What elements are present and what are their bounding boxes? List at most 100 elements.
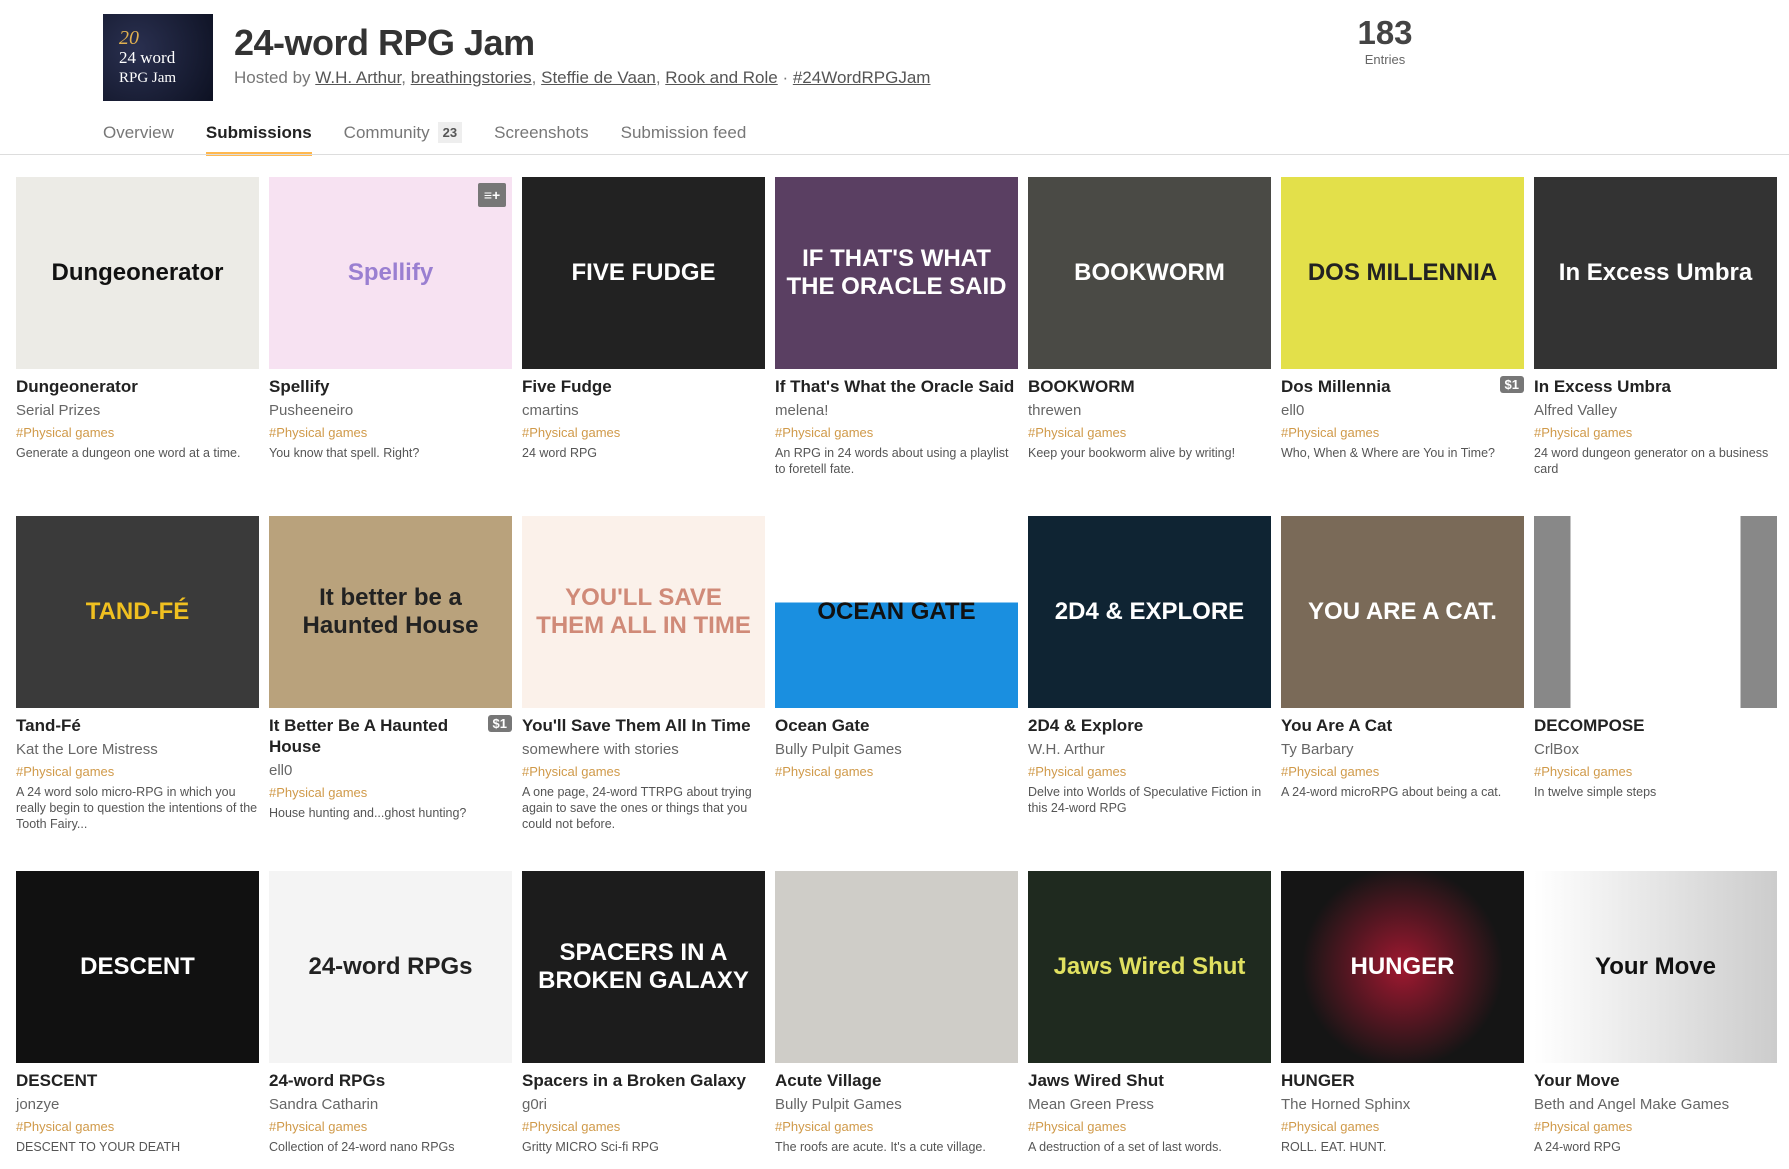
- genre-tag-link[interactable]: #Physical games: [16, 1119, 259, 1134]
- genre-tag-link[interactable]: #Physical games: [522, 764, 765, 779]
- hosted-by: Hosted by W.H. Arthur, breathingstories,…: [234, 68, 931, 87]
- game-title-link[interactable]: You Are A Cat: [1281, 715, 1524, 736]
- game-title-link[interactable]: Jaws Wired Shut: [1028, 1070, 1271, 1091]
- game-thumbnail[interactable]: SPACERS IN A BROKEN GALAXY: [522, 871, 765, 1063]
- hashtag-link[interactable]: #24WordRPGJam: [793, 68, 931, 87]
- genre-tag-link[interactable]: #Physical games: [269, 1119, 512, 1134]
- game-title-link[interactable]: Spellify: [269, 376, 512, 397]
- game-thumbnail[interactable]: 2D4 & EXPLORE: [1028, 516, 1271, 708]
- genre-tag-link[interactable]: #Physical games: [1028, 1119, 1271, 1134]
- author-link[interactable]: Serial Prizes: [16, 402, 259, 419]
- genre-tag-link[interactable]: #Physical games: [1534, 764, 1777, 779]
- author-link[interactable]: Sandra Catharin: [269, 1096, 512, 1113]
- game-title-link[interactable]: Ocean Gate: [775, 715, 1018, 736]
- game-title-link[interactable]: HUNGER: [1281, 1070, 1524, 1091]
- tab-community[interactable]: Community 23: [344, 122, 463, 156]
- author-link[interactable]: g0ri: [522, 1096, 765, 1113]
- genre-tag-link[interactable]: #Physical games: [1534, 425, 1777, 440]
- author-link[interactable]: jonzye: [16, 1096, 259, 1113]
- game-thumbnail[interactable]: [775, 871, 1018, 1063]
- genre-tag-link[interactable]: #Physical games: [522, 1119, 765, 1134]
- genre-tag-link[interactable]: #Physical games: [1028, 764, 1271, 779]
- author-link[interactable]: threwen: [1028, 402, 1271, 419]
- game-thumbnail[interactable]: FIVE FUDGE: [522, 177, 765, 369]
- author-link[interactable]: somewhere with stories: [522, 741, 765, 758]
- author-link[interactable]: Pusheeneiro: [269, 402, 512, 419]
- tab-overview[interactable]: Overview: [103, 122, 174, 156]
- game-thumbnail[interactable]: Spellify ≡+: [269, 177, 512, 369]
- game-thumbnail[interactable]: DESCENT: [16, 871, 259, 1063]
- host-link[interactable]: breathingstories: [411, 68, 532, 87]
- genre-tag-link[interactable]: #Physical games: [522, 425, 765, 440]
- host-link[interactable]: W.H. Arthur: [315, 68, 401, 87]
- genre-tag-link[interactable]: #Physical games: [1281, 1119, 1524, 1134]
- game-title-link[interactable]: DECOMPOSE: [1534, 715, 1777, 736]
- author-link[interactable]: Kat the Lore Mistress: [16, 741, 259, 758]
- game-title-link[interactable]: Dungeonerator: [16, 376, 259, 397]
- game-title-link[interactable]: It Better Be A Haunted House: [269, 715, 482, 757]
- genre-tag-link[interactable]: #Physical games: [16, 425, 259, 440]
- game-thumbnail[interactable]: [1534, 516, 1777, 708]
- game-title-link[interactable]: If That's What the Oracle Said: [775, 376, 1018, 397]
- genre-tag-link[interactable]: #Physical games: [775, 1119, 1018, 1134]
- host-link[interactable]: Steffie de Vaan: [541, 68, 656, 87]
- game-thumbnail[interactable]: HUNGER: [1281, 871, 1524, 1063]
- game-thumbnail[interactable]: YOU ARE A CAT.: [1281, 516, 1524, 708]
- game-title-link[interactable]: Acute Village: [775, 1070, 1018, 1091]
- genre-tag-link[interactable]: #Physical games: [1028, 425, 1271, 440]
- community-count-badge: 23: [437, 122, 463, 143]
- genre-tag-link[interactable]: #Physical games: [1534, 1119, 1777, 1134]
- game-thumbnail[interactable]: IF THAT'S WHAT THE ORACLE SAID: [775, 177, 1018, 369]
- game-thumbnail[interactable]: YOU'LL SAVE THEM ALL IN TIME: [522, 516, 765, 708]
- game-thumbnail[interactable]: In Excess Umbra: [1534, 177, 1777, 369]
- game-title-link[interactable]: Five Fudge: [522, 376, 765, 397]
- game-thumbnail[interactable]: 24-word RPGs: [269, 871, 512, 1063]
- host-link[interactable]: Rook and Role: [665, 68, 777, 87]
- game-thumbnail[interactable]: OCEAN GATE: [775, 516, 1018, 708]
- author-link[interactable]: ell0: [1281, 402, 1524, 419]
- game-thumbnail[interactable]: Jaws Wired Shut: [1028, 871, 1271, 1063]
- author-link[interactable]: ell0: [269, 762, 512, 779]
- game-card: Dungeonerator Dungeonerator Serial Prizes #…: [16, 177, 259, 461]
- game-title-link[interactable]: In Excess Umbra: [1534, 376, 1777, 397]
- tab-screenshots[interactable]: Screenshots: [494, 122, 589, 156]
- author-link[interactable]: Ty Barbary: [1281, 741, 1524, 758]
- genre-tag-link[interactable]: #Physical games: [16, 764, 259, 779]
- game-thumbnail[interactable]: Your Move: [1534, 871, 1777, 1063]
- author-link[interactable]: cmartins: [522, 402, 765, 419]
- tab-submission-feed[interactable]: Submission feed: [621, 122, 747, 156]
- genre-tag-link[interactable]: #Physical games: [269, 785, 512, 800]
- author-link[interactable]: The Horned Sphinx: [1281, 1096, 1524, 1113]
- tab-submissions[interactable]: Submissions: [205, 122, 312, 156]
- game-thumbnail[interactable]: It better be a Haunted House: [269, 516, 512, 708]
- author-link[interactable]: Bully Pulpit Games: [775, 741, 1018, 758]
- genre-tag-link[interactable]: #Physical games: [775, 764, 1018, 779]
- game-title-link[interactable]: You'll Save Them All In Time: [522, 715, 765, 736]
- jam-logo[interactable]: 20 24 word RPG Jam: [103, 14, 213, 101]
- genre-tag-link[interactable]: #Physical games: [269, 425, 512, 440]
- game-title-link[interactable]: 24-word RPGs: [269, 1070, 512, 1091]
- game-thumbnail[interactable]: BOOKWORM: [1028, 177, 1271, 369]
- game-title-link[interactable]: 2D4 & Explore: [1028, 715, 1271, 736]
- game-title-link[interactable]: Your Move: [1534, 1070, 1777, 1091]
- game-title-link[interactable]: Tand-Fé: [16, 715, 259, 736]
- genre-tag-link[interactable]: #Physical games: [1281, 764, 1524, 779]
- author-link[interactable]: Beth and Angel Make Games: [1534, 1096, 1777, 1113]
- game-thumbnail[interactable]: TAND-FÉ: [16, 516, 259, 708]
- author-link[interactable]: melena!: [775, 402, 1018, 419]
- title-row: If That's What the Oracle Said: [775, 376, 1018, 397]
- genre-tag-link[interactable]: #Physical games: [1281, 425, 1524, 440]
- author-link[interactable]: CrlBox: [1534, 741, 1777, 758]
- author-link[interactable]: Bully Pulpit Games: [775, 1096, 1018, 1113]
- add-to-collection-icon[interactable]: ≡+: [478, 183, 506, 207]
- game-title-link[interactable]: DESCENT: [16, 1070, 259, 1091]
- author-link[interactable]: Alfred Valley: [1534, 402, 1777, 419]
- game-title-link[interactable]: Spacers in a Broken Galaxy: [522, 1070, 765, 1091]
- game-thumbnail[interactable]: DOS MILLENNIA: [1281, 177, 1524, 369]
- game-thumbnail[interactable]: Dungeonerator: [16, 177, 259, 369]
- game-title-link[interactable]: Dos Millennia: [1281, 376, 1494, 397]
- genre-tag-link[interactable]: #Physical games: [775, 425, 1018, 440]
- author-link[interactable]: W.H. Arthur: [1028, 741, 1271, 758]
- author-link[interactable]: Mean Green Press: [1028, 1096, 1271, 1113]
- game-title-link[interactable]: BOOKWORM: [1028, 376, 1271, 397]
